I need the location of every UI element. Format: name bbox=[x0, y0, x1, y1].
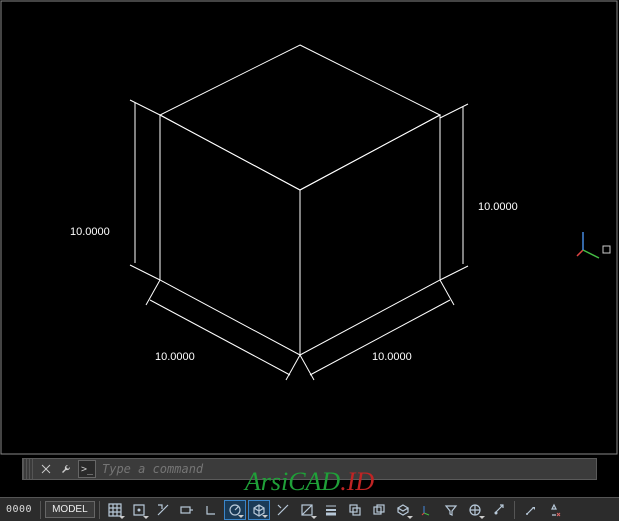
dim-text: 10.0000 bbox=[155, 351, 195, 363]
cube-wireframe bbox=[160, 45, 440, 355]
object-snap-tracking-toggle[interactable] bbox=[272, 500, 294, 520]
cmdbar-close-button[interactable] bbox=[37, 460, 55, 478]
dim-width-right: 10.0000 bbox=[300, 280, 454, 380]
selection-filter-toggle[interactable] bbox=[440, 500, 462, 520]
cmdbar-settings-button[interactable] bbox=[57, 460, 75, 478]
dim-height-right: 10.0000 bbox=[440, 104, 518, 280]
dim-text: 10.0000 bbox=[478, 201, 518, 213]
annotation-visibility-toggle[interactable] bbox=[488, 500, 510, 520]
dim-text: 10.0000 bbox=[70, 226, 110, 238]
transparency-toggle[interactable] bbox=[344, 500, 366, 520]
cmd-prompt-icon: >_ bbox=[78, 460, 96, 478]
infer-constraints-toggle[interactable] bbox=[152, 500, 174, 520]
isometric-drafting-toggle[interactable] bbox=[248, 500, 270, 520]
dim-text: 10.0000 bbox=[372, 351, 412, 363]
model-space-button[interactable]: MODEL bbox=[45, 501, 95, 518]
dim-height-left: 10.0000 bbox=[70, 100, 160, 280]
gizmo-toggle[interactable] bbox=[464, 500, 486, 520]
dynamic-input-toggle[interactable] bbox=[176, 500, 198, 520]
osnap-2d-toggle[interactable] bbox=[296, 500, 318, 520]
dim-width-left: 10.0000 bbox=[146, 280, 300, 380]
polar-tracking-toggle[interactable] bbox=[224, 500, 246, 520]
command-input[interactable] bbox=[98, 462, 596, 476]
command-bar: >_ bbox=[22, 458, 597, 480]
ortho-mode-toggle[interactable] bbox=[200, 500, 222, 520]
selection-cycling-toggle[interactable] bbox=[368, 500, 390, 520]
status-bar: 0000 MODEL bbox=[0, 497, 619, 521]
coord-readout: 0000 bbox=[2, 504, 36, 515]
3d-osnap-toggle[interactable] bbox=[392, 500, 414, 520]
dynamic-ucs-toggle[interactable] bbox=[416, 500, 438, 520]
snap-mode-toggle[interactable] bbox=[128, 500, 150, 520]
ucs-icon bbox=[575, 228, 615, 268]
lineweight-toggle[interactable] bbox=[320, 500, 342, 520]
annotation-scale-toggle[interactable] bbox=[519, 500, 541, 520]
cmdbar-grip[interactable] bbox=[23, 459, 33, 479]
drawing-viewport[interactable]: 10.0000 10.0000 10.0000 10.0000 bbox=[0, 0, 619, 456]
grid-toggle[interactable] bbox=[104, 500, 126, 520]
annotation-autoscale-toggle[interactable] bbox=[543, 500, 565, 520]
